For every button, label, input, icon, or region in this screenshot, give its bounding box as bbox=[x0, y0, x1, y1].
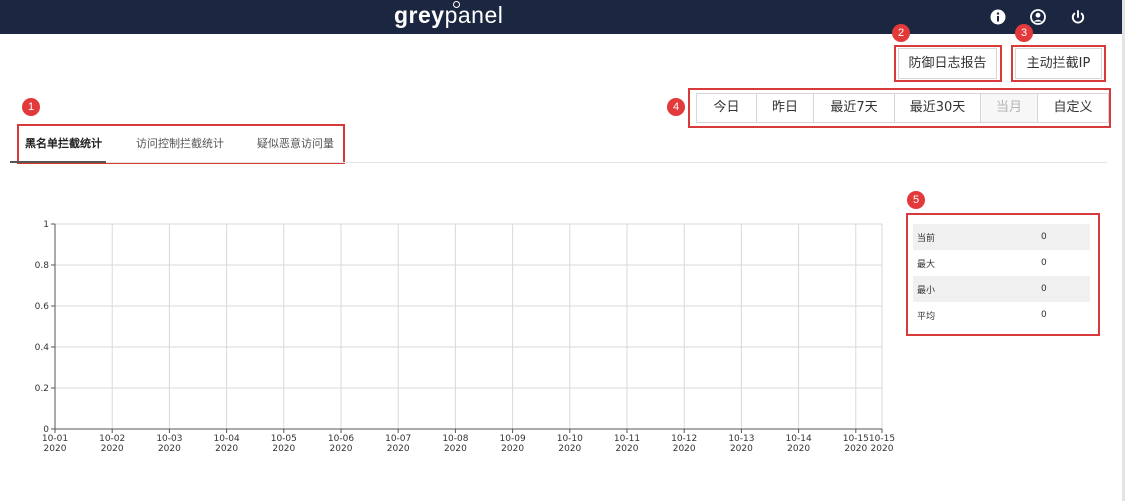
block-ip-button[interactable]: 主动拦截IP bbox=[1015, 48, 1102, 79]
stats-row: 最小 0 bbox=[913, 276, 1090, 302]
x-tick-year-label: 2020 bbox=[616, 444, 639, 454]
x-tick-year-label: 2020 bbox=[871, 444, 894, 454]
info-icon[interactable] bbox=[988, 7, 1008, 27]
y-tick-label: 1 bbox=[43, 220, 49, 230]
x-tick-date-label: 10-08 bbox=[442, 434, 468, 444]
x-tick-year-label: 2020 bbox=[844, 444, 867, 454]
stats-row: 最大 0 bbox=[913, 250, 1090, 276]
x-tick-year-label: 2020 bbox=[158, 444, 181, 454]
x-tick-date-label: 10-04 bbox=[214, 434, 240, 444]
stat-label: 平均 bbox=[917, 311, 936, 322]
x-tick-date-label: 10-10 bbox=[557, 434, 583, 444]
stat-value: 0 bbox=[1041, 232, 1047, 242]
x-tick-date-label: 10-07 bbox=[385, 434, 411, 444]
x-tick-date-label: 10-03 bbox=[156, 434, 182, 444]
x-tick-year-label: 2020 bbox=[272, 444, 295, 454]
x-tick-date-label: 10-15 bbox=[869, 434, 895, 444]
x-tick-date-label: 10-13 bbox=[728, 434, 754, 444]
date-option-today[interactable]: 今日 bbox=[697, 94, 757, 122]
x-tick-date-label: 10-05 bbox=[271, 434, 297, 444]
date-range-selector: 今日 昨日 最近7天 最近30天 当月 自定义 bbox=[696, 93, 1109, 123]
tab-access-control-blocks[interactable]: 访问控制拦截统计 bbox=[136, 135, 224, 151]
y-tick-label: 0.2 bbox=[35, 384, 49, 394]
stat-value: 0 bbox=[1041, 310, 1047, 320]
line-chart: 00.20.40.60.8110-01202010-02202010-03202… bbox=[35, 220, 895, 454]
defense-log-report-button[interactable]: 防御日志报告 bbox=[898, 48, 997, 79]
x-tick-date-label: 10-02 bbox=[99, 434, 125, 444]
stats-row: 当前 0 bbox=[913, 224, 1090, 250]
stat-value: 0 bbox=[1041, 284, 1047, 294]
x-tick-year-label: 2020 bbox=[387, 444, 410, 454]
date-option-last-30-days[interactable]: 最近30天 bbox=[895, 94, 981, 122]
y-tick-label: 0.6 bbox=[35, 302, 50, 312]
x-tick-year-label: 2020 bbox=[787, 444, 810, 454]
x-tick-year-label: 2020 bbox=[101, 444, 124, 454]
stats-row: 平均 0 bbox=[913, 302, 1090, 328]
tab-blacklist-blocks[interactable]: 黑名单拦截统计 bbox=[25, 135, 102, 151]
x-tick-date-label: 10-06 bbox=[328, 434, 354, 444]
stat-label: 最小 bbox=[917, 285, 936, 296]
user-icon[interactable] bbox=[1028, 7, 1048, 27]
x-tick-year-label: 2020 bbox=[501, 444, 524, 454]
x-tick-year-label: 2020 bbox=[330, 444, 353, 454]
date-option-custom[interactable]: 自定义 bbox=[1038, 94, 1108, 122]
greypanel-logo: greypanel bbox=[394, 2, 503, 29]
logo-dot-mark bbox=[453, 1, 460, 8]
x-tick-year-label: 2020 bbox=[44, 444, 67, 454]
active-tab-indicator bbox=[10, 161, 106, 163]
annotation-badge-1: 1 bbox=[22, 98, 40, 116]
date-option-yesterday[interactable]: 昨日 bbox=[757, 94, 814, 122]
x-tick-date-label: 10-09 bbox=[500, 434, 526, 444]
x-tick-year-label: 2020 bbox=[673, 444, 696, 454]
x-tick-year-label: 2020 bbox=[215, 444, 238, 454]
annotation-badge-2: 2 bbox=[892, 24, 910, 42]
x-tick-year-label: 2020 bbox=[558, 444, 581, 454]
date-option-this-month[interactable]: 当月 bbox=[981, 94, 1038, 122]
stat-value: 0 bbox=[1041, 258, 1047, 268]
annotation-badge-4: 4 bbox=[667, 98, 685, 116]
logo-bold-text: grey bbox=[394, 2, 445, 28]
top-navbar: greypanel bbox=[0, 0, 1122, 34]
x-tick-date-label: 10-15 bbox=[843, 434, 869, 444]
stat-label: 当前 bbox=[917, 233, 936, 244]
date-option-last-7-days[interactable]: 最近7天 bbox=[814, 94, 895, 122]
x-tick-date-label: 10-01 bbox=[42, 434, 68, 444]
tabs-divider bbox=[10, 162, 1107, 163]
stat-label: 最大 bbox=[917, 259, 936, 270]
x-tick-date-label: 10-12 bbox=[671, 434, 697, 444]
x-tick-date-label: 10-11 bbox=[614, 434, 640, 444]
y-tick-label: 0.4 bbox=[35, 343, 50, 353]
x-tick-year-label: 2020 bbox=[444, 444, 467, 454]
stats-table: 当前 0 最大 0 最小 0 平均 0 bbox=[913, 224, 1090, 328]
annotation-badge-3: 3 bbox=[1015, 24, 1033, 42]
tab-suspicious-visits[interactable]: 疑似恶意访问量 bbox=[257, 135, 334, 151]
power-icon[interactable] bbox=[1068, 7, 1088, 27]
x-tick-year-label: 2020 bbox=[730, 444, 753, 454]
y-tick-label: 0.8 bbox=[35, 261, 50, 271]
x-tick-date-label: 10-14 bbox=[786, 434, 812, 444]
annotation-badge-5: 5 bbox=[907, 191, 925, 209]
